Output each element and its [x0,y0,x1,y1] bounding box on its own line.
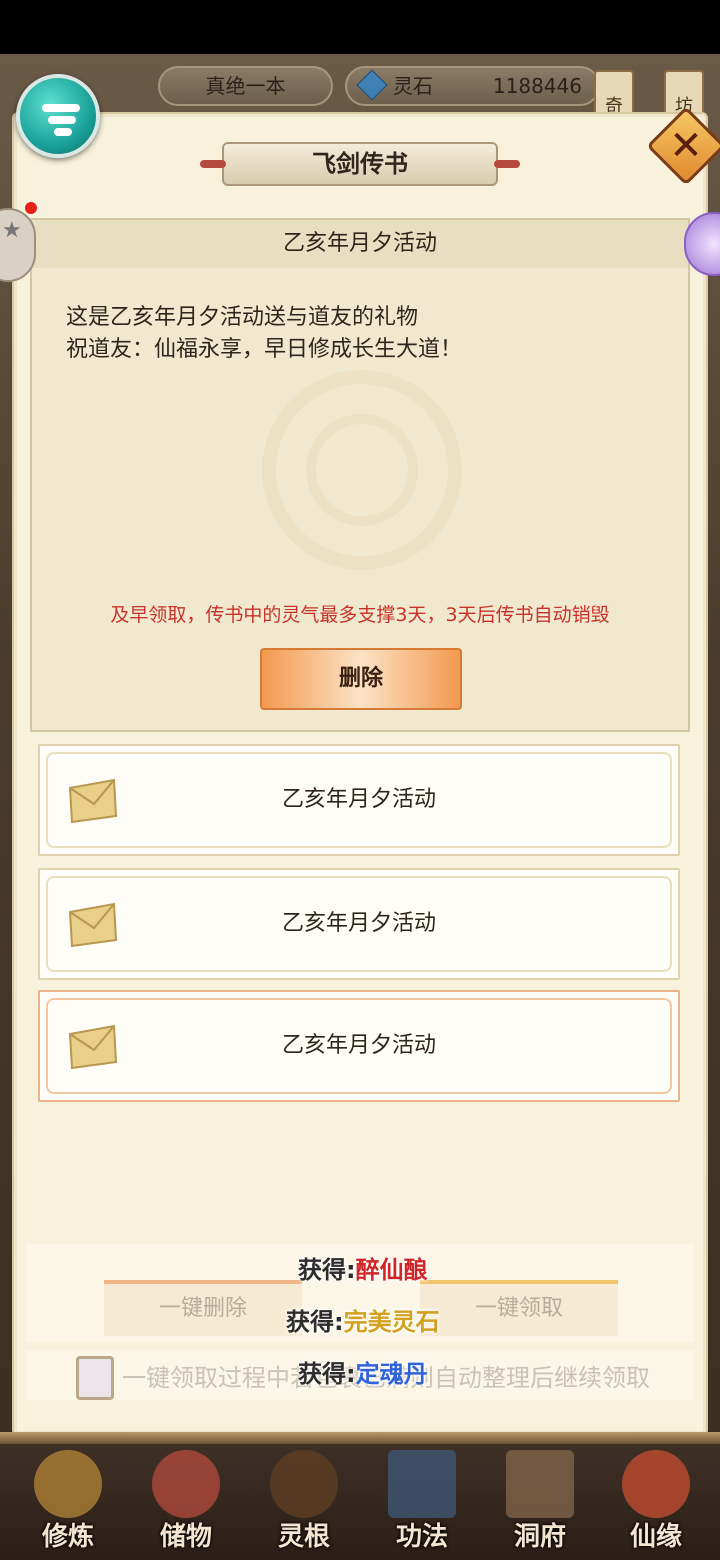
nav-label: 仙缘 [629,1522,682,1552]
reward-toast: 获得:完美灵石 [286,1302,440,1337]
nav-cultivate[interactable]: 修炼 [8,1444,128,1560]
resource-bar: 真绝一本 灵石 1188446 [150,66,720,110]
fortune-icon [622,1450,690,1518]
cave-house-icon [506,1450,574,1518]
delete-all-button[interactable]: 一键删除 [104,1280,302,1336]
auto-sort-checkbox[interactable] [76,1356,114,1400]
mail-body-line: 祝道友：仙福永享，早日修成长生大道！ [66,337,463,362]
nav-label: 修炼 [41,1522,94,1552]
mail-detail-header: 乙亥年月夕活动 [32,220,688,268]
claim-all-button[interactable]: 一键领取 [420,1280,618,1336]
spirit-stone-icon [356,69,388,101]
bottom-nav: 修炼 储物 灵根 功法 洞府 仙缘 [0,1444,720,1560]
main-menu-button[interactable] [16,74,100,158]
menu-icon-bar [54,128,72,136]
nav-label: 洞府 [513,1522,566,1552]
mail-detail: 乙亥年月夕活动 这是乙亥年月夕活动送与道友的礼物 祝道友：仙福永享，早日修成长生… [30,218,690,732]
emblem-inner [306,414,418,526]
technique-book-icon [388,1450,456,1518]
mail-body-line: 这是乙亥年月夕活动送与道友的礼物 [66,305,419,330]
status-bar [0,0,720,54]
reward-item: 醉仙酿 [355,1256,428,1284]
nav-fortune[interactable]: 仙缘 [596,1444,716,1560]
reward-item: 完美灵石 [343,1308,440,1336]
nav-cave-house[interactable]: 洞府 [480,1444,600,1560]
reward-item: 定魂丹 [355,1360,428,1388]
currency-value: 1188446 [492,74,582,98]
dialog-title-text: 飞剑传书 [312,150,408,178]
menu-icon [42,104,80,112]
expiry-warning: 及早领取，传书中的灵气最多支撑3天，3天后传书自动销毁 [110,604,610,626]
spirit-root-icon [270,1450,338,1518]
title-ornament-left [200,160,226,168]
notification-dot [25,202,37,214]
scroll-rod [0,1432,720,1444]
spirit-stone-counter: 灵石 1188446 [345,66,600,106]
title-ornament-right [494,160,520,168]
nav-label: 灵根 [277,1522,330,1552]
reward-toast: 获得:定魂丹 [298,1354,428,1389]
reward-prefix: 获得: [298,1360,356,1388]
dialog-title: 飞剑传书 [200,142,520,186]
reward-prefix: 获得: [286,1308,344,1336]
mail-list-item[interactable]: 乙亥年月夕活动 [38,868,680,980]
mail-list-item[interactable]: 乙亥年月夕活动 [38,744,680,856]
mail-title: 乙亥年月夕活动 [281,787,436,812]
currency-label: 灵石 [393,74,433,98]
storage-bag-icon [152,1450,220,1518]
delete-button[interactable]: 删除 [260,648,462,710]
nav-storage[interactable]: 储物 [126,1444,246,1560]
mail-detail-body: 这是乙亥年月夕活动送与道友的礼物 祝道友：仙福永享，早日修成长生大道！ [66,302,462,366]
player-name: 真绝一本 [158,66,333,106]
nav-label: 储物 [159,1522,212,1552]
mail-list-item-selected[interactable]: 乙亥年月夕活动 [38,990,680,1102]
menu-icon-bar [48,116,76,124]
nav-spirit-root[interactable]: 灵根 [244,1444,364,1560]
cultivate-icon [34,1450,102,1518]
nav-label: 功法 [395,1522,448,1552]
close-icon: ✕ [669,123,703,169]
reward-prefix: 获得: [298,1256,356,1284]
reward-toast: 获得:醉仙酿 [298,1250,428,1285]
cloud-emblem-watermark [262,370,462,570]
mail-title: 乙亥年月夕活动 [281,1033,436,1058]
star-icon: ★ [2,218,22,243]
nav-technique[interactable]: 功法 [362,1444,482,1560]
mail-title: 乙亥年月夕活动 [281,911,436,936]
